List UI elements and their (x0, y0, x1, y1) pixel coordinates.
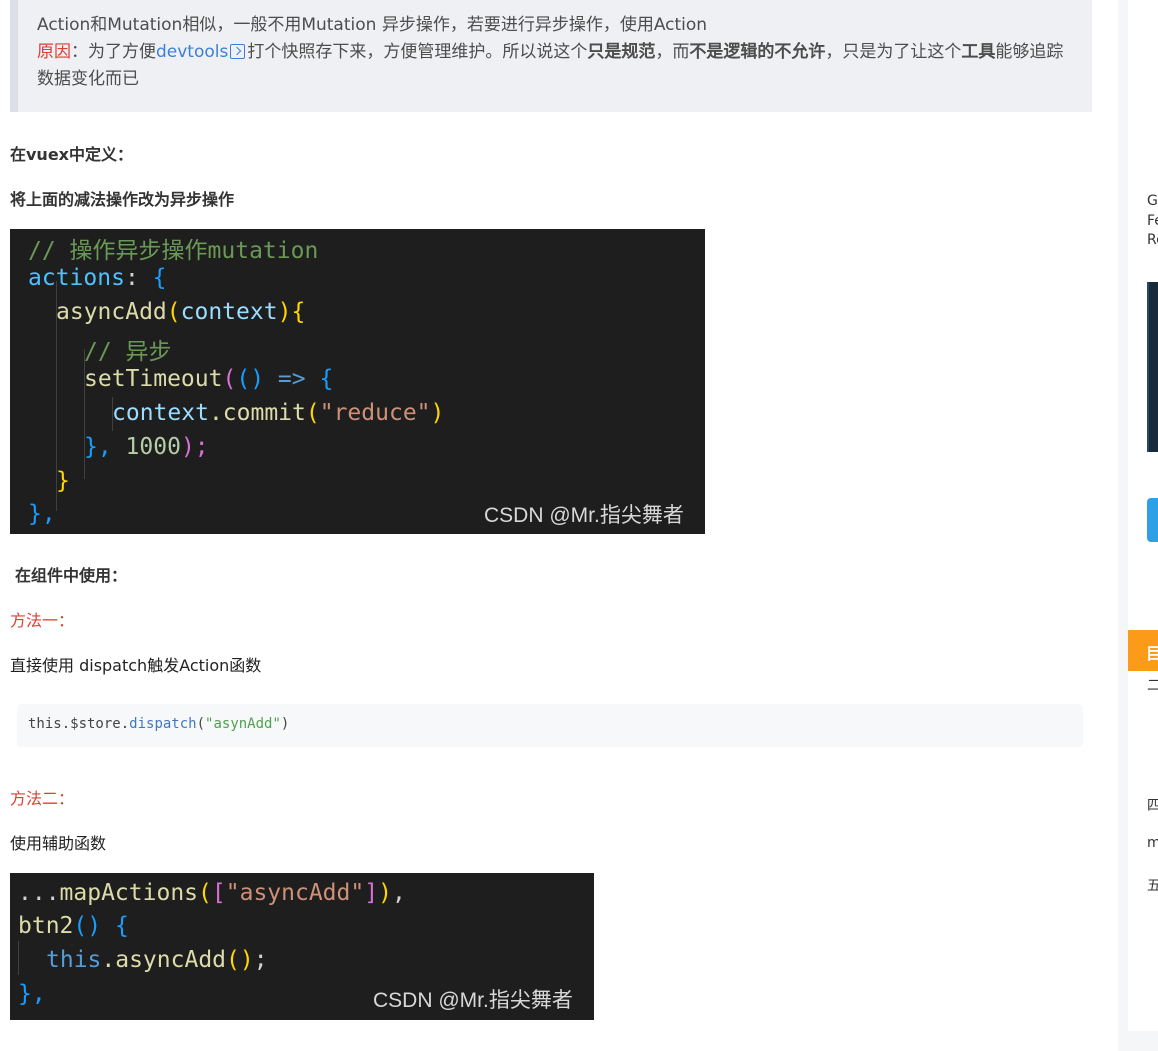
article-content: Action和Mutation相似，一般不用Mutation 异步操作，若要进行… (0, 0, 1118, 1051)
bold-spec: 只是规范 (587, 42, 656, 62)
code-screenshot-mapactions: ...mapActions(["asyncAdd"]), btn2() { th… (10, 873, 594, 1020)
code-block-dispatch: this.$store.dispatch("asynAdd") (17, 704, 1083, 747)
reason-text-b: 打个快照存下来，方便管理维护。所以说这个 (247, 42, 588, 62)
external-link-icon[interactable] (230, 44, 246, 59)
reason-label: 原因 (37, 42, 71, 62)
code-line: actions: { (28, 265, 167, 291)
sidebar-text: Re (1147, 232, 1158, 248)
code-line: // 异步 (84, 339, 172, 365)
method-2-desc: 使用辅助函数 (10, 834, 107, 853)
bold-not-logic: 不是逻辑的不允许 (689, 42, 826, 62)
code-line: ...mapActions(["asyncAdd"]), (18, 880, 406, 906)
reason-text-c: ，而 (655, 42, 690, 62)
reason-text-a: ：为了方便 (71, 42, 156, 62)
code-line: context.commit("reduce") (112, 400, 445, 426)
bold-tool: 工具 (961, 42, 996, 62)
sidebar-button[interactable] (1147, 498, 1158, 542)
reason-text-d: ，只是为了让这个 (825, 42, 962, 62)
code-line: }, (28, 501, 56, 527)
method-1-label: 方法一： (10, 611, 75, 630)
heading-use-in-component: 在组件中使用： (15, 566, 128, 585)
code-line: btn2() { (18, 913, 129, 939)
code-line: }, (18, 981, 46, 1007)
note-line-2: 原因：为了方便devtools 打个快照存下来，方便管理维护。所以说这个只是规范，… (37, 39, 1074, 93)
code-screenshot-actions: // 操作异步操作mutation actions: { asyncAdd(co… (10, 229, 705, 534)
heading-change-to-async: 将上面的减法操作改为异步操作 (10, 190, 235, 209)
indent-guide (18, 941, 19, 975)
code-line: this.asyncAdd(); (46, 947, 268, 973)
code-line: // 操作异步操作mutation (28, 238, 319, 264)
method-1-desc: 直接使用 dispatch触发Action函数 (10, 656, 262, 675)
method-2-label: 方法二： (10, 789, 75, 808)
toc-item[interactable]: 四 (1147, 795, 1158, 815)
sidebar-toc-header: 目 (1128, 630, 1158, 671)
toc-item[interactable]: 五 (1147, 875, 1158, 895)
sidebar-card: G Fe Re 目 二 四 m 五 (1128, 0, 1158, 1031)
heading-define-in-vuex: 在vuex中定义： (10, 145, 133, 164)
watermark: CSDN @Mr.指尖舞者 (484, 504, 684, 527)
watermark: CSDN @Mr.指尖舞者 (373, 989, 573, 1012)
note-blockquote: Action和Mutation相似，一般不用Mutation 异步操作，若要进行… (10, 0, 1092, 112)
toc-item[interactable]: 二 (1147, 675, 1158, 695)
code-line: } (56, 468, 70, 494)
devtools-link[interactable]: devtools (156, 42, 228, 62)
note-line-1: Action和Mutation相似，一般不用Mutation 异步操作，若要进行… (37, 15, 708, 35)
toc-item[interactable]: m (1147, 835, 1158, 851)
sidebar-text: G (1147, 193, 1158, 209)
code-line: }, 1000); (84, 434, 209, 460)
sidebar-text: Fe (1147, 213, 1158, 229)
code-line: setTimeout(() => { (84, 366, 334, 392)
code-line: asyncAdd(context){ (56, 299, 306, 325)
sidebar-thumbnail[interactable] (1147, 282, 1158, 452)
